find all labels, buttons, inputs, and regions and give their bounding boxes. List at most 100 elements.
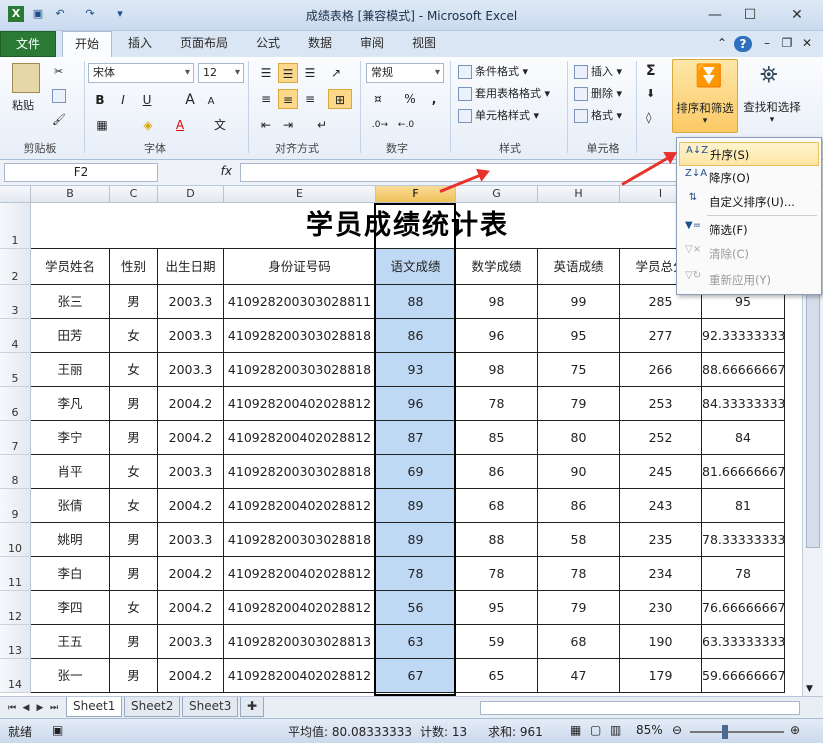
name-box[interactable]: F2 [4,163,158,182]
ribbon-collapse-icon[interactable]: ⌃ [712,31,732,57]
table-cell[interactable]: 47 [538,659,620,693]
table-cell[interactable]: 277 [620,319,702,353]
table-cell[interactable]: 179 [620,659,702,693]
table-cell[interactable]: 99 [538,285,620,319]
table-cell[interactable]: 女 [110,319,158,353]
merge-center-icon[interactable]: ⊞ [328,89,352,109]
underline-button[interactable]: U [137,90,157,110]
table-cell[interactable]: 2004.2 [158,387,224,421]
table-cell[interactable]: 98 [456,353,538,387]
table-cell[interactable]: 90 [538,455,620,489]
increase-decimal-icon[interactable]: .0→ [370,115,390,135]
table-cell[interactable]: 75 [538,353,620,387]
table-cell[interactable]: 2003.3 [158,523,224,557]
table-cell[interactable]: 95 [456,591,538,625]
table-cell[interactable]: 2003.3 [158,455,224,489]
row-header-1[interactable]: 1 [0,203,31,249]
column-header-g[interactable]: G [456,186,538,203]
first-sheet-icon[interactable]: ⏮ [6,701,18,715]
orientation-icon[interactable]: ↗ [326,63,346,83]
row-header-7[interactable]: 7 [0,421,31,455]
row-header-6[interactable]: 6 [0,387,31,421]
table-cell[interactable]: 王丽 [31,353,110,387]
paste-button[interactable]: 粘贴 [12,97,34,113]
horizontal-scrollbar[interactable] [480,701,800,715]
find-select-button[interactable]: ⛯ 查找和选择 ▾ [740,59,804,133]
column-header-b[interactable]: B [31,186,110,203]
percent-button[interactable]: % [400,89,420,109]
align-middle-icon[interactable]: ☰ [278,63,298,83]
table-cell[interactable]: 89 [376,489,456,523]
table-cell[interactable]: 86 [376,319,456,353]
page-break-view-icon[interactable]: ▥ [610,723,621,737]
tab-review[interactable]: 审阅 [352,31,392,57]
font-color-button[interactable]: A [170,115,190,135]
table-cell[interactable]: 88 [376,285,456,319]
row-header-9[interactable]: 9 [0,489,31,523]
conditional-format-button[interactable]: 条件格式 ▾ [458,63,528,79]
table-cell[interactable]: 79 [538,387,620,421]
table-cell[interactable]: 78 [538,557,620,591]
insert-cells-button[interactable]: 插入 ▾ [574,63,622,79]
italic-button[interactable]: I [113,90,133,110]
table-cell[interactable]: 68 [456,489,538,523]
zoom-level[interactable]: 85% [636,723,663,737]
prev-sheet-icon[interactable]: ◀ [20,701,32,715]
table-cell[interactable]: 86 [456,455,538,489]
table-cell[interactable]: 95 [538,319,620,353]
header-cell[interactable]: 学员姓名 [31,249,110,285]
table-cell[interactable]: 410928200303028813 [224,625,376,659]
tab-data[interactable]: 数据 [300,31,340,57]
decrease-decimal-icon[interactable]: ←.0 [396,115,416,135]
table-cell[interactable]: 88 [456,523,538,557]
menu-item-filter[interactable]: ▼= 筛选(F) [679,218,819,242]
header-cell[interactable]: 身份证号码 [224,249,376,285]
table-cell[interactable]: 245 [620,455,702,489]
next-sheet-icon[interactable]: ▶ [34,701,46,715]
row-header-10[interactable]: 10 [0,523,31,557]
table-cell[interactable]: 女 [110,489,158,523]
table-cell[interactable]: 2003.3 [158,353,224,387]
decrease-indent-icon[interactable]: ⇤ [256,115,276,135]
row-header-14[interactable]: 14 [0,659,31,693]
table-cell[interactable]: 田芳 [31,319,110,353]
normal-view-icon[interactable]: ▦ [570,723,581,737]
table-cell[interactable]: 肖平 [31,455,110,489]
sort-filter-button[interactable]: ⏬ 排序和筛选 ▾ [672,59,738,133]
number-format-select[interactable]: 常规 [366,63,444,83]
table-cell[interactable]: 410928200303028818 [224,523,376,557]
tab-page-layout[interactable]: 页面布局 [172,31,236,57]
maximize-button[interactable]: ☐ [735,4,765,26]
wrap-text-icon[interactable]: ↵ [312,115,332,135]
table-cell[interactable]: 410928200303028818 [224,319,376,353]
table-cell[interactable]: 79 [538,591,620,625]
menu-item-sort-ascending[interactable]: A↓Z 升序(S) [679,142,819,166]
tab-formulas[interactable]: 公式 [248,31,288,57]
table-cell[interactable]: 80 [538,421,620,455]
cut-icon[interactable]: ✂ [54,65,63,78]
table-cell[interactable]: 2003.3 [158,319,224,353]
bold-button[interactable]: B [90,90,110,110]
header-cell[interactable]: 数学成绩 [456,249,538,285]
copy-icon[interactable] [52,89,69,103]
table-cell[interactable]: 王五 [31,625,110,659]
row-header-13[interactable]: 13 [0,625,31,659]
table-cell[interactable]: 姚明 [31,523,110,557]
grow-font-button[interactable]: A [180,90,200,110]
table-cell[interactable]: 男 [110,387,158,421]
table-cell[interactable]: 88.66666667 [702,353,785,387]
table-cell[interactable]: 男 [110,557,158,591]
increase-indent-icon[interactable]: ⇥ [278,115,298,135]
table-cell[interactable]: 78.33333333 [702,523,785,557]
table-cell[interactable]: 410928200303028811 [224,285,376,319]
fill-icon[interactable]: ⬇ [646,87,655,100]
table-cell[interactable]: 81.66666667 [702,455,785,489]
table-cell[interactable]: 56 [376,591,456,625]
table-cell[interactable]: 410928200402028812 [224,421,376,455]
last-sheet-icon[interactable]: ⏭ [48,701,60,715]
header-cell[interactable]: 性别 [110,249,158,285]
align-bottom-icon[interactable]: ☰ [300,63,320,83]
column-header-d[interactable]: D [158,186,224,203]
sheet-tab-2[interactable]: Sheet2 [124,697,181,717]
table-cell[interactable]: 63.33333333 [702,625,785,659]
